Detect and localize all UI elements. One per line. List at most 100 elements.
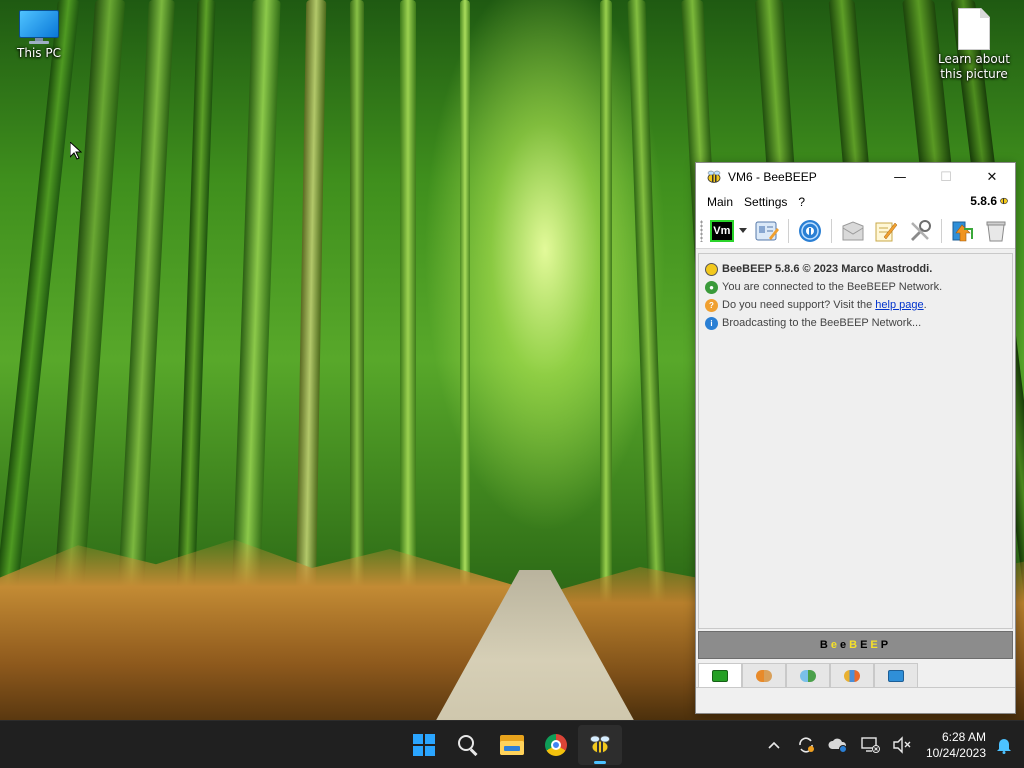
tab-meetings[interactable] <box>830 663 874 687</box>
status-selector-button[interactable]: Vm <box>709 216 735 246</box>
logo-letter: E <box>860 639 871 651</box>
file-explorer-icon <box>500 735 524 755</box>
edit-icon <box>875 222 898 241</box>
user-status-icon: Vm <box>709 219 734 242</box>
logo-letter: e <box>839 639 850 651</box>
tools-icon <box>910 219 931 241</box>
logo-letter: P <box>880 639 892 651</box>
chrome-icon <box>545 734 567 756</box>
monitor-icon <box>18 10 60 44</box>
broadcast-icon: i <box>705 316 718 330</box>
menu-main[interactable]: Main <box>702 195 739 209</box>
desktop-icon-this-pc[interactable]: This PC <box>1 10 77 60</box>
search-button[interactable] <box>446 725 490 765</box>
status-dropdown-button[interactable] <box>737 216 749 246</box>
show-hidden-icons-button[interactable] <box>762 733 786 757</box>
version-label: 5.8.6 <box>970 194 1009 208</box>
menu-bar: Main Settings ? 5.8.6 <box>696 191 1015 213</box>
message-text: Broadcasting to the BeeBEEP Network... <box>722 317 922 329</box>
help-page-link[interactable]: help page <box>875 299 923 311</box>
desktop-icon-label: Learn about this picture <box>938 52 1010 81</box>
clear-button[interactable] <box>981 216 1011 246</box>
share-icon <box>952 221 974 241</box>
shares-tab-icon <box>888 669 904 682</box>
chat-tab-icon <box>712 670 728 682</box>
bee-icon <box>704 167 724 187</box>
tab-users[interactable] <box>742 663 786 687</box>
network-tray-button[interactable] <box>858 733 882 757</box>
beebeep-taskbar-button[interactable] <box>578 725 622 765</box>
toolbar-separator <box>788 218 790 243</box>
beebeep-window[interactable]: VM6 - BeeBEEP — ☐ ✕ Main Settings ? 5.8.… <box>695 162 1016 714</box>
chrome-button[interactable] <box>534 725 578 765</box>
bee-icon <box>705 262 718 276</box>
sync-icon <box>799 737 814 753</box>
chevron-down-icon <box>738 228 747 233</box>
tools-button[interactable] <box>905 216 935 246</box>
window-titlebar[interactable]: VM6 - BeeBEEP — ☐ ✕ <box>696 163 1015 191</box>
chevron-up-icon <box>768 741 780 749</box>
vcard-icon <box>755 221 780 240</box>
system-message: i Broadcasting to the BeeBEEP Network... <box>705 314 1006 332</box>
volume-tray-button[interactable] <box>890 733 914 757</box>
system-message: ● You are connected to the BeeBEEP Netwo… <box>705 278 1006 296</box>
message-text: You are connected to the BeeBEEP Network… <box>722 281 943 293</box>
logo-letter: B <box>849 639 861 651</box>
bottom-tab-bar <box>698 663 918 688</box>
minimize-button[interactable]: — <box>877 163 923 191</box>
network-broadcast-icon <box>798 219 821 242</box>
toolbar-separator <box>830 218 832 243</box>
network-disconnected-icon <box>861 737 880 753</box>
logo-letter: e <box>830 639 840 651</box>
start-button[interactable] <box>402 725 446 765</box>
users-tab-icon <box>756 669 772 682</box>
menu-settings[interactable]: Settings <box>739 195 793 209</box>
taskbar: 6:28 AM 10/24/2023 <box>0 720 1024 768</box>
desktop-icon-learn-about-picture[interactable]: Learn about this picture <box>936 8 1012 82</box>
maximize-button[interactable]: ☐ <box>923 163 969 191</box>
menu-help[interactable]: ? <box>793 195 811 209</box>
groups-tab-icon <box>800 669 816 682</box>
chat-message-area[interactable]: BeeBEEP 5.8.6 © 2023 Marco Mastroddi. ● … <box>698 253 1013 629</box>
logo-letter: B <box>819 639 831 651</box>
broadcast-button[interactable] <box>795 216 825 246</box>
tab-chat[interactable] <box>698 663 742 688</box>
clock[interactable]: 6:28 AM 10/24/2023 <box>926 729 986 761</box>
main-toolbar: Vm <box>696 213 1015 249</box>
start-icon <box>413 734 435 756</box>
dry-grass-left <box>0 539 520 720</box>
window-bottom-area <box>696 687 1015 713</box>
vcard-button[interactable] <box>753 216 783 246</box>
clock-time: 6:28 AM <box>941 730 986 744</box>
meetings-tab-icon <box>844 669 860 682</box>
network-icon: ● <box>705 280 718 294</box>
beebeep-icon <box>590 735 610 754</box>
message-text: BeeBEEP 5.8.6 © 2023 Marco Mastroddi. <box>722 263 933 275</box>
toolbar-separator <box>940 218 942 243</box>
window-title: VM6 - BeeBEEP <box>728 170 817 184</box>
document-icon <box>958 8 990 50</box>
search-icon <box>457 734 479 756</box>
message-icon <box>842 220 864 240</box>
message-button[interactable] <box>838 216 868 246</box>
tab-groups[interactable] <box>786 663 830 687</box>
sync-tray-button[interactable] <box>794 733 818 757</box>
message-suffix: . <box>923 299 927 311</box>
tab-shares[interactable] <box>874 663 918 687</box>
edit-button[interactable] <box>871 216 901 246</box>
beebeep-logo-bar: B e e B E E P <box>698 631 1013 659</box>
toolbar-grip[interactable] <box>700 219 703 242</box>
close-button[interactable]: ✕ <box>969 163 1015 191</box>
desktop-icon-label: This PC <box>17 46 61 60</box>
notifications-button[interactable] <box>992 733 1016 757</box>
logo-letter: E <box>870 639 881 651</box>
taskbar-apps <box>402 721 622 768</box>
share-button[interactable] <box>948 216 978 246</box>
file-explorer-button[interactable] <box>490 725 534 765</box>
cloud-icon <box>828 738 847 753</box>
onedrive-tray-button[interactable] <box>826 733 850 757</box>
system-message: BeeBEEP 5.8.6 © 2023 Marco Mastroddi. <box>705 260 1006 278</box>
support-icon: ? <box>705 298 718 312</box>
system-tray: 6:28 AM 10/24/2023 <box>758 721 1024 768</box>
bell-icon <box>997 739 1011 754</box>
